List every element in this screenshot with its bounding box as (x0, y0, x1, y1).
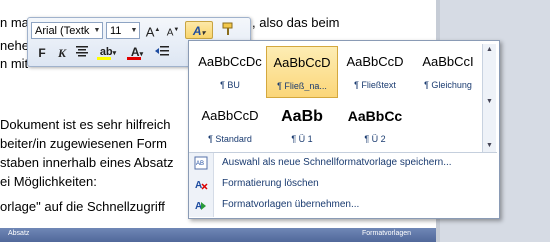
save-style-icon: AB (193, 156, 208, 170)
expand-gallery-icon[interactable]: ▼ (483, 140, 496, 152)
save-as-quick-style-item[interactable]: AB Auswahl als neue Schnellformatvorlage… (189, 153, 497, 174)
styles-button[interactable]: A▾ (185, 21, 213, 39)
style-tile-ue2[interactable]: AaBbCc ¶ Ü 2 (339, 100, 411, 152)
gallery-scrollbar[interactable]: ▲ ▼ ▼ (482, 44, 496, 152)
apply-styles-icon: A (193, 198, 208, 212)
scroll-down-icon[interactable]: ▼ (483, 96, 496, 108)
doc-line-8: orlage" auf die Schnellzugriff (0, 199, 165, 214)
font-size-value: 11 (110, 25, 122, 37)
shrink-font-button[interactable]: A▼ (164, 21, 182, 39)
style-label: ¶ Standard (208, 134, 252, 144)
gallery-menu: AB Auswahl als neue Schnellformatvorlage… (189, 152, 497, 217)
doc-line-3: n mit (0, 56, 29, 71)
apply-styles-item[interactable]: A Formatvorlagen übernehmen... (189, 195, 497, 216)
styles-grid: AaBbCcDc ¶ BU AaBbCcD ¶ Fließ_na... AaBb… (192, 44, 496, 152)
style-preview: AaBbCcD (273, 55, 331, 70)
font-color-button[interactable]: A▾ (125, 43, 149, 61)
style-preview: AaBbCc (347, 108, 403, 124)
italic-icon: K (57, 46, 66, 60)
embedded-ribbon-image: Absatz Formatvorlagen (0, 228, 440, 242)
style-label: ¶ BU (220, 80, 240, 90)
quick-styles-gallery: AaBbCcDc ¶ BU AaBbCcD ¶ Fließ_na... AaBb… (188, 40, 500, 219)
style-label: ¶ Ü 2 (364, 134, 386, 144)
grow-font-button[interactable]: A▲ (144, 21, 162, 39)
style-preview: AaBbCcI (422, 54, 474, 69)
font-name-field[interactable]: Arial (Textk ▼ (31, 22, 103, 39)
clear-formatting-item[interactable]: A Formatierung löschen (189, 174, 497, 195)
doc-line-5: beiter/in zugewiesenen Form (0, 136, 167, 151)
doc-line-6: staben innerhalb eines Absatz (0, 155, 174, 170)
style-label: ¶ Gleichung (424, 80, 472, 90)
center-align-button[interactable] (73, 44, 91, 62)
doc-line-7: ei Möglichkeiten: (0, 174, 97, 189)
style-tile-ue1[interactable]: AaBb ¶ Ü 1 (266, 100, 338, 152)
doc-right-fragment: , also das beim (252, 15, 340, 30)
style-preview: AaBb (281, 108, 323, 125)
style-label: ¶ Ü 1 (291, 134, 313, 144)
font-name-value: Arial (Textk (35, 25, 90, 37)
style-tile-gleichung[interactable]: AaBbCcI ¶ Gleichung (412, 46, 484, 98)
svg-text:A: A (195, 180, 202, 191)
style-tile-fliess-na[interactable]: AaBbCcD ¶ Fließ_na... (266, 46, 338, 98)
ribbon-label-formatvorlagen: Formatvorlagen (362, 230, 412, 237)
menu-label: Formatierung löschen (222, 178, 319, 189)
doc-line-4: Dokument ist es sehr hilfreich (0, 117, 171, 132)
clear-formatting-icon: A (193, 177, 208, 191)
decrease-indent-button[interactable] (153, 44, 171, 62)
scroll-up-icon[interactable]: ▲ (483, 44, 496, 56)
italic-button[interactable]: K (53, 44, 71, 62)
style-tile-fliesstext[interactable]: AaBbCcD ¶ Fließtext (339, 46, 411, 98)
font-size-field[interactable]: 11 ▼ (106, 22, 140, 39)
highlight-color-bar (97, 57, 111, 60)
style-preview: AaBbCcD (346, 54, 404, 69)
style-label: ¶ Fließ_na... (277, 81, 327, 91)
align-center-icon (76, 46, 88, 57)
font-color-bar (127, 57, 141, 60)
svg-text:AB: AB (196, 161, 204, 167)
highlight-button[interactable]: ab▾ (95, 43, 121, 61)
format-painter-button[interactable] (219, 21, 237, 39)
style-label: ¶ Fließtext (354, 80, 396, 90)
style-tile-bu[interactable]: AaBbCcDc ¶ BU (194, 46, 266, 98)
chevron-down-icon[interactable]: ▼ (129, 23, 139, 38)
bold-icon: F (38, 46, 46, 60)
format-painter-icon (222, 22, 233, 35)
chevron-down-icon[interactable]: ▼ (92, 23, 102, 38)
bold-button[interactable]: F (33, 44, 51, 62)
style-tile-standard[interactable]: AaBbCcD ¶ Standard (194, 100, 266, 152)
quick-styles-icon: A (192, 24, 202, 38)
style-preview: AaBbCcD (201, 108, 259, 123)
menu-label: Auswahl als neue Schnellformatvorlage sp… (222, 157, 452, 168)
ribbon-label-absatz: Absatz (8, 230, 30, 237)
menu-label: Formatvorlagen übernehmen... (222, 199, 360, 210)
style-preview: AaBbCcDc (198, 54, 262, 69)
decrease-indent-icon (155, 46, 169, 56)
